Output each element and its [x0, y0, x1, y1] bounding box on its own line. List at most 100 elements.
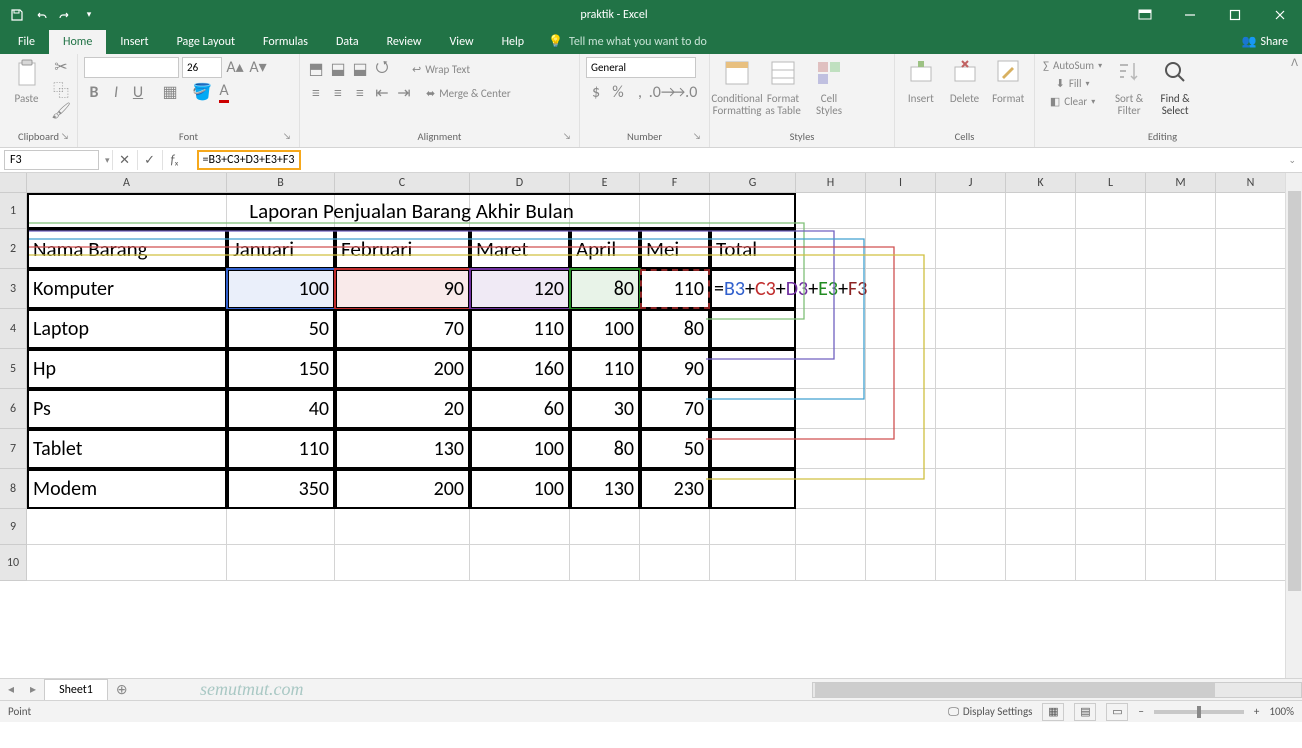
find-select-button[interactable]: Find & Select	[1154, 57, 1196, 119]
decrease-indent-icon[interactable]: ⇤	[372, 83, 392, 103]
cell[interactable]: 80	[640, 309, 710, 349]
cell[interactable]	[1006, 229, 1076, 269]
cell[interactable]: Hp	[27, 349, 227, 389]
cell[interactable]: Komputer	[27, 269, 227, 309]
collapse-ribbon-icon[interactable]: ᐱ	[1291, 56, 1298, 69]
row-header[interactable]: 6	[0, 389, 27, 429]
cell[interactable]	[710, 349, 796, 389]
row-header[interactable]: 10	[0, 545, 27, 581]
cell[interactable]	[1146, 389, 1216, 429]
number-launcher-icon[interactable]: ↘	[693, 131, 707, 145]
tab-insert[interactable]: Insert	[106, 30, 162, 54]
name-box[interactable]: F3	[4, 150, 99, 170]
cell[interactable]	[1006, 309, 1076, 349]
cell[interactable]	[1076, 269, 1146, 309]
merge-center-button[interactable]: ⬌Merge & Center	[424, 83, 513, 103]
cell[interactable]	[1146, 349, 1216, 389]
row-header[interactable]: 5	[0, 349, 27, 389]
cell[interactable]	[796, 229, 866, 269]
column-header[interactable]: J	[936, 173, 1006, 193]
cell[interactable]	[936, 509, 1006, 545]
cell[interactable]	[710, 469, 796, 509]
cell[interactable]	[710, 509, 796, 545]
cell[interactable]	[796, 545, 866, 581]
cell[interactable]	[570, 509, 640, 545]
tab-help[interactable]: Help	[488, 30, 539, 54]
row-header[interactable]: 3	[0, 269, 27, 309]
align-left-icon[interactable]: ≡	[306, 83, 326, 103]
cell[interactable]	[1146, 545, 1216, 581]
align-bottom-icon[interactable]: ⬓	[350, 59, 370, 79]
increase-font-icon[interactable]: A▴	[225, 57, 245, 77]
sheet-tab[interactable]: Sheet1	[44, 679, 108, 700]
cell[interactable]	[1216, 349, 1286, 389]
page-break-view-icon[interactable]: ▭	[1106, 703, 1128, 721]
cell[interactable]	[1216, 469, 1286, 509]
undo-icon[interactable]	[30, 4, 52, 26]
column-header[interactable]: I	[866, 173, 936, 193]
cell[interactable]	[1006, 509, 1076, 545]
fill-color-icon[interactable]: 🪣	[192, 82, 212, 102]
cell[interactable]	[710, 389, 796, 429]
cell[interactable]	[1216, 389, 1286, 429]
select-all-corner[interactable]	[0, 173, 27, 193]
cell[interactable]: 50	[227, 309, 335, 349]
cell[interactable]	[470, 545, 570, 581]
cell[interactable]: 130	[570, 469, 640, 509]
cell[interactable]: 110	[570, 349, 640, 389]
cell[interactable]	[796, 389, 866, 429]
expand-formula-bar-icon[interactable]: ⌄	[1282, 155, 1302, 166]
cell[interactable]: 110	[470, 309, 570, 349]
column-header[interactable]: K	[1006, 173, 1076, 193]
cell[interactable]	[936, 349, 1006, 389]
tab-view[interactable]: View	[436, 30, 488, 54]
column-header[interactable]: N	[1216, 173, 1286, 193]
cell[interactable]	[796, 193, 866, 229]
qat-customize-icon[interactable]: ▾	[78, 4, 100, 26]
row-header[interactable]: 1	[0, 193, 27, 229]
enter-formula-icon[interactable]: ✓	[137, 150, 162, 170]
sheet-nav-prev-icon[interactable]: ◂	[0, 682, 22, 697]
cell[interactable]: 200	[335, 349, 470, 389]
tab-data[interactable]: Data	[322, 30, 373, 54]
sort-filter-button[interactable]: Sort & Filter	[1108, 57, 1150, 119]
comma-icon[interactable]: ,	[630, 82, 650, 102]
percent-icon[interactable]: %	[608, 82, 628, 102]
cell[interactable]: 130	[335, 429, 470, 469]
cell[interactable]	[866, 193, 936, 229]
font-family-combo[interactable]	[84, 57, 179, 78]
cell[interactable]	[1146, 509, 1216, 545]
cell[interactable]: Januari	[227, 229, 335, 269]
cell[interactable]	[1076, 389, 1146, 429]
redo-icon[interactable]	[54, 4, 76, 26]
cell[interactable]: Februari	[335, 229, 470, 269]
cell[interactable]: Mei	[640, 229, 710, 269]
cell[interactable]: 230	[640, 469, 710, 509]
cell[interactable]: 80	[570, 269, 640, 309]
cell[interactable]: 90	[640, 349, 710, 389]
bold-button[interactable]: B	[84, 82, 104, 102]
cell[interactable]	[335, 509, 470, 545]
cell[interactable]: 80	[570, 429, 640, 469]
cell[interactable]	[1216, 229, 1286, 269]
zoom-out-icon[interactable]: −	[1138, 705, 1143, 718]
tab-review[interactable]: Review	[373, 30, 436, 54]
tab-home[interactable]: Home	[49, 30, 106, 54]
underline-button[interactable]: U	[128, 82, 148, 102]
cell[interactable]	[1076, 229, 1146, 269]
cell[interactable]	[335, 545, 470, 581]
align-center-icon[interactable]: ≡	[328, 83, 348, 103]
cell[interactable]	[866, 429, 936, 469]
cell[interactable]	[936, 193, 1006, 229]
insert-cells-button[interactable]: Insert	[901, 57, 941, 107]
alignment-launcher-icon[interactable]: ↘	[563, 131, 577, 145]
cell[interactable]	[796, 349, 866, 389]
cell[interactable]	[710, 545, 796, 581]
row-header[interactable]: 8	[0, 469, 27, 509]
cell[interactable]	[1006, 469, 1076, 509]
save-icon[interactable]	[6, 4, 28, 26]
cell[interactable]	[1006, 545, 1076, 581]
cell[interactable]: Modem	[27, 469, 227, 509]
cell[interactable]	[866, 469, 936, 509]
row-header[interactable]: 4	[0, 309, 27, 349]
